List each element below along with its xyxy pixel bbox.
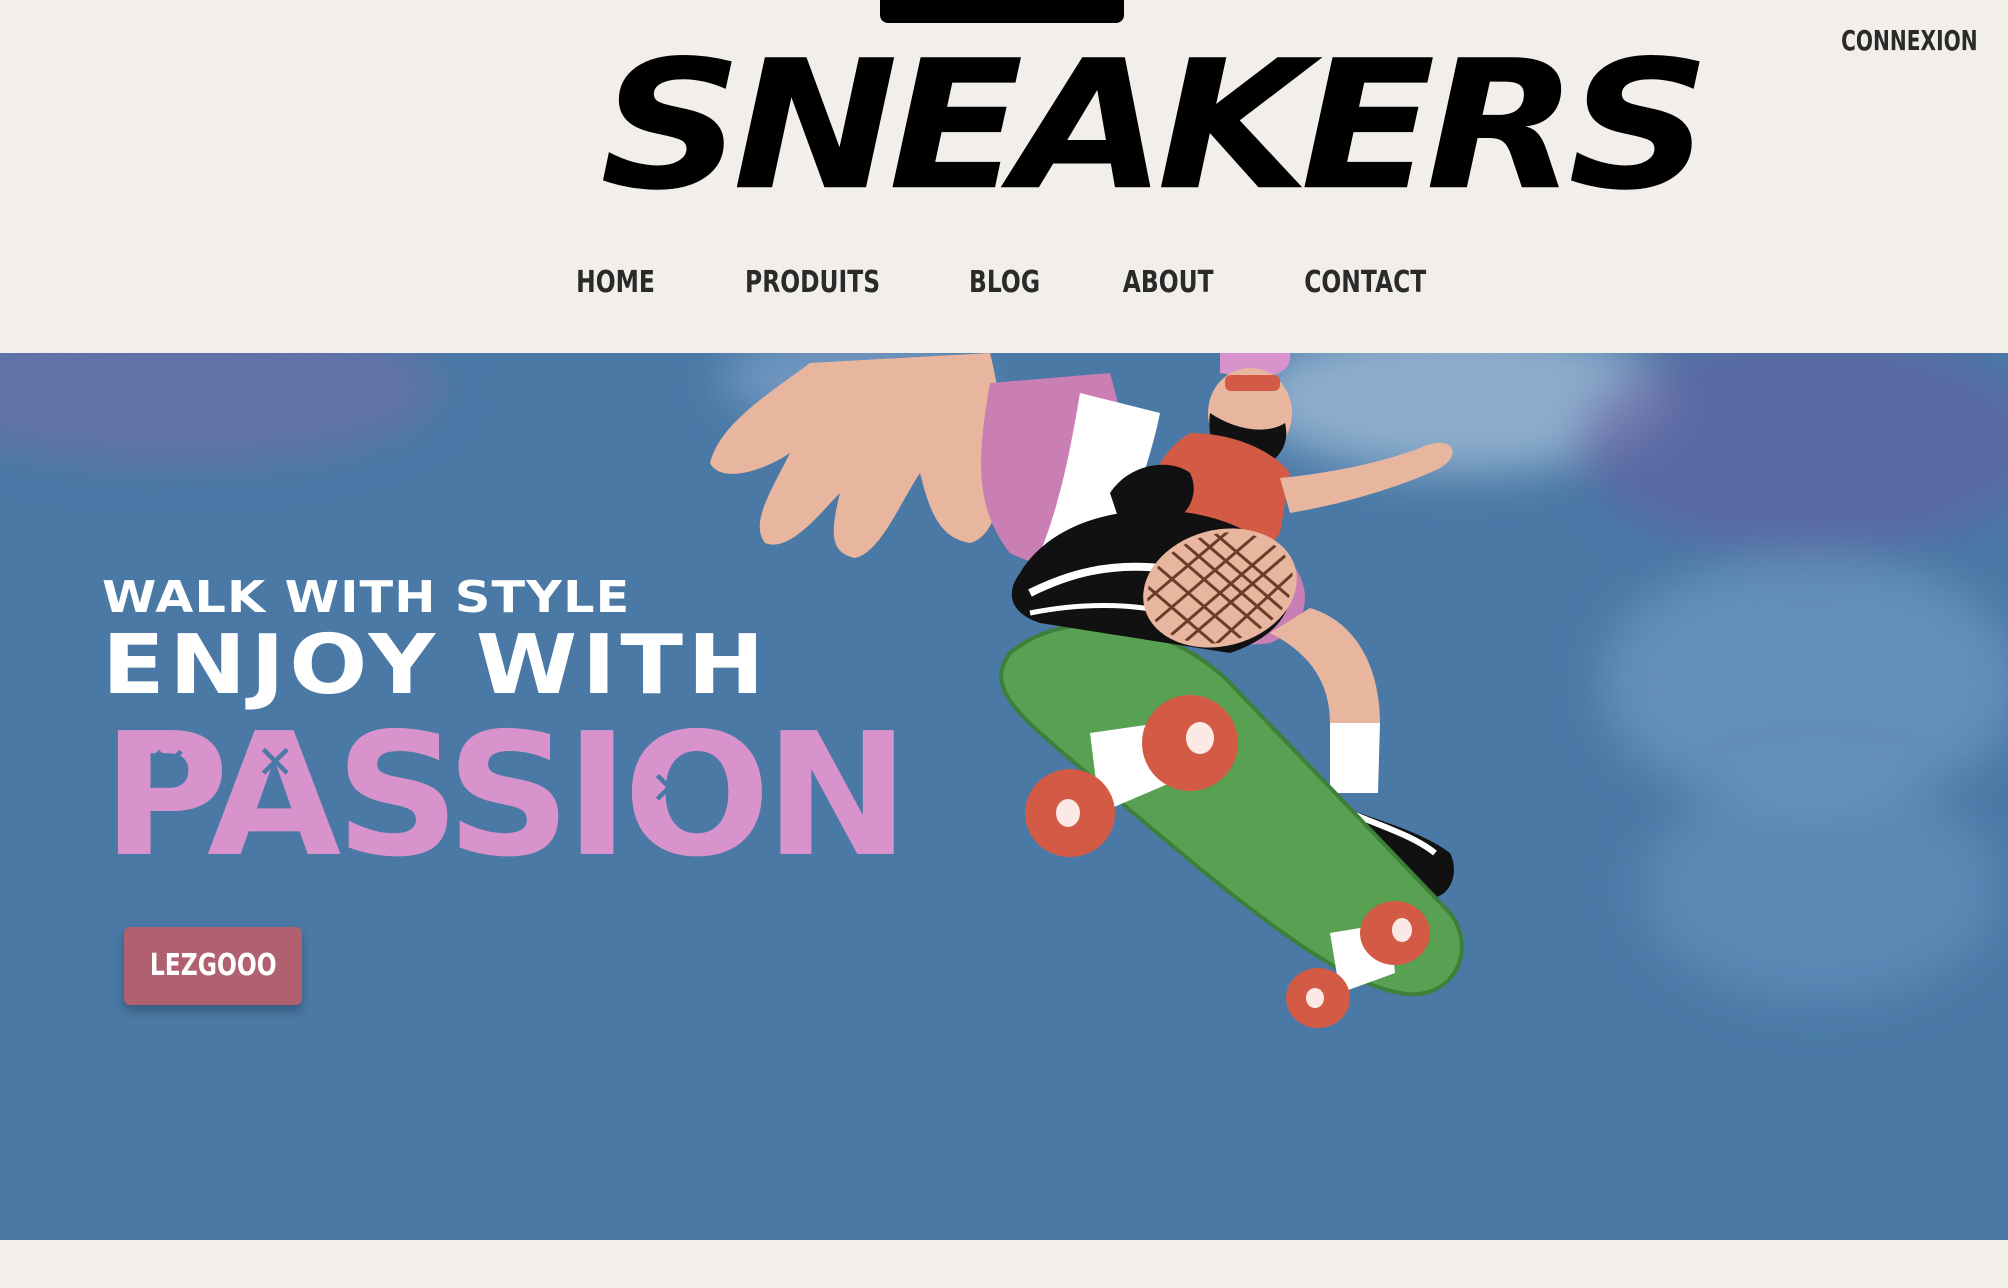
nav-about[interactable]: ABOUT (1100, 258, 1238, 308)
login-link[interactable]: CONNEXION (1842, 24, 1978, 57)
hero-highlight-text: PASSION (102, 697, 910, 895)
hero-banner: WALK WITH STYLE ENJOY WITH PASSION ✕ ✕ ✕… (0, 353, 2008, 1240)
site-header: SNEAKERS CONNEXION HOME PRODUITS BLOG AB… (0, 0, 2008, 353)
nav-blog[interactable]: BLOG (946, 258, 1064, 308)
hero-highlight: PASSION ✕ ✕ ✕ (102, 711, 910, 881)
page-footer-strip (0, 1240, 2008, 1288)
nav-produits[interactable]: PRODUITS (722, 258, 904, 308)
site-logo[interactable]: SNEAKERS (600, 21, 1711, 230)
top-tab-decoration (880, 0, 1124, 23)
cloud-decoration (1580, 353, 2008, 553)
cloud-decoration (0, 353, 440, 463)
cloud-decoration (1640, 773, 2000, 1003)
main-nav: HOME PRODUITS BLOG ABOUT CONTACT (0, 258, 2008, 308)
cta-label: LEZGOOO (149, 948, 277, 983)
hero-headline: ENJOY WITH (102, 618, 769, 713)
hero-tagline: WALK WITH STYLE (102, 572, 631, 623)
nav-home[interactable]: HOME (553, 258, 679, 308)
logo-text: SNEAKERS (600, 21, 1711, 230)
nav-contact[interactable]: CONTACT (1280, 258, 1449, 308)
x-mark-icon: ✕ (650, 761, 689, 815)
hero-copy: WALK WITH STYLE ENJOY WITH PASSION ✕ ✕ ✕ (102, 575, 910, 882)
x-mark-icon: ✕ (150, 737, 189, 791)
x-mark-icon: ✕ (256, 735, 295, 789)
lezgooo-button[interactable]: LEZGOOO (124, 927, 302, 1005)
